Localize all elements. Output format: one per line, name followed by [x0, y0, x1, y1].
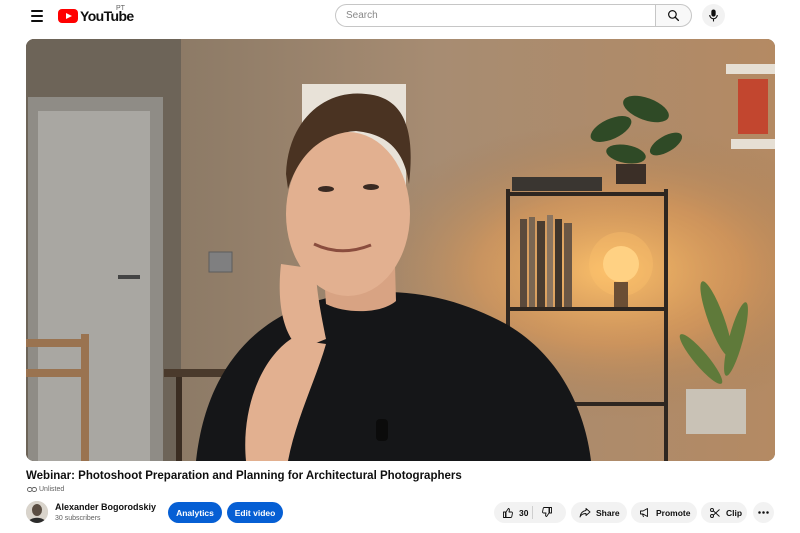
avatar-image [26, 501, 48, 523]
search-box [335, 4, 692, 27]
more-icon [758, 511, 769, 514]
like-divider [532, 506, 533, 519]
clip-label: Clip [726, 507, 743, 518]
analytics-button[interactable]: Analytics [168, 502, 222, 523]
thumbs-up-icon [503, 507, 513, 518]
voice-search-button[interactable] [702, 4, 725, 27]
search-input[interactable] [335, 4, 655, 27]
promote-icon [640, 508, 648, 518]
edit-video-button[interactable]: Edit video [227, 502, 283, 523]
visibility-badge: Unlisted [27, 486, 64, 493]
youtube-logo-icon [58, 9, 78, 23]
like-count: 30 [519, 507, 529, 518]
logo-text: YouTube [80, 8, 134, 24]
like-dislike-group: 30 [494, 502, 566, 523]
promote-label: Promote [656, 507, 691, 518]
masthead: YouTube PT [0, 0, 800, 32]
menu-icon[interactable] [28, 7, 46, 25]
share-icon [579, 508, 591, 518]
owner-actions-row: Alexander Bogorodskiy 30 subscribers Ana… [26, 500, 776, 526]
clip-button[interactable]: Clip [701, 502, 747, 523]
video-title: Webinar: Photoshoot Preparation and Plan… [26, 470, 462, 482]
visibility-label: Unlisted [39, 486, 65, 493]
channel-avatar[interactable] [26, 501, 48, 523]
channel-name[interactable]: Alexander Bogorodskiy [55, 502, 156, 512]
promote-button[interactable]: Promote [631, 502, 697, 523]
scissors-icon [710, 507, 720, 518]
more-actions-button[interactable] [753, 502, 774, 523]
subscriber-count: 30 subscribers [55, 515, 101, 522]
share-label: Share [596, 507, 620, 518]
search-button[interactable] [655, 4, 692, 27]
thumbs-down-icon [542, 507, 552, 517]
mic-icon [709, 9, 718, 22]
like-button[interactable]: 30 [494, 507, 528, 519]
video-player[interactable] [26, 39, 775, 461]
video-frame [26, 39, 775, 461]
link-icon [27, 487, 37, 492]
share-button[interactable]: Share [571, 502, 627, 523]
dislike-button[interactable] [541, 506, 553, 520]
search-icon [668, 10, 680, 22]
region-code: PT [116, 5, 125, 12]
